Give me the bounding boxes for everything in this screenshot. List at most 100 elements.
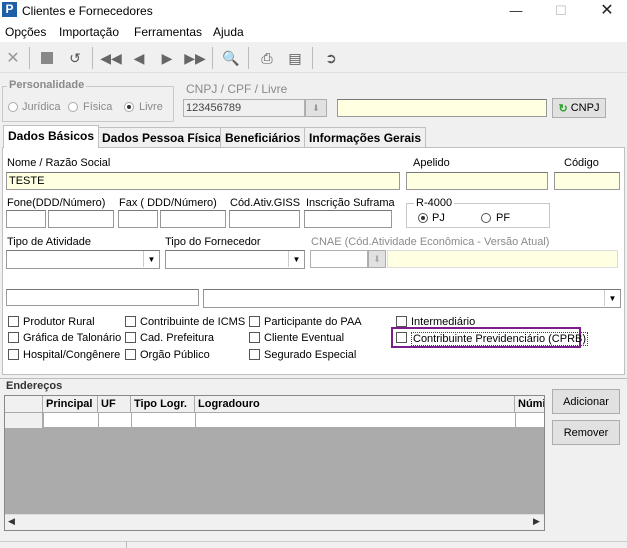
cnpj-input[interactable]: 123456789 [183,99,305,117]
fax-label: Fax ( DDD/Número) [119,197,217,209]
cell-divider [98,413,99,428]
r4000-title: R-4000 [414,197,455,209]
intermediario-checkbox[interactable] [396,316,407,327]
fone-label: Fone(DDD/Número) [7,197,106,209]
remover-button[interactable]: Remover [552,420,620,445]
enderecos-title: Endereços [6,380,63,392]
menu-ajuda[interactable]: Ajuda [213,25,244,39]
adicionar-button[interactable]: Adicionar [552,389,620,414]
menu-opcoes[interactable]: Opções [5,25,46,39]
suframa-input[interactable] [304,210,392,228]
toolbar-separator [248,47,249,69]
fax-ddd-input[interactable] [118,210,158,228]
col-logradouro[interactable]: Logradouro [195,396,515,413]
codigo-input[interactable] [554,172,620,190]
horizontal-scrollbar[interactable] [5,514,544,530]
extra-select[interactable] [203,289,621,308]
table-row[interactable] [5,413,544,428]
menu-importacao[interactable]: Importação [59,25,119,39]
grid-indicator-header [5,396,43,413]
print-icon[interactable]: ⎙ [256,47,278,69]
orgao-publico-checkbox[interactable] [125,349,136,360]
col-principal[interactable]: Principal [43,396,98,413]
cnpj-dropdown-button[interactable]: ⬇ [305,99,327,117]
fax-numero-input[interactable] [160,210,226,228]
hospital-congenere-checkbox[interactable] [8,349,19,360]
cell-divider [131,413,132,428]
cliente-eventual-label: Cliente Eventual [264,332,345,344]
chevron-down-icon[interactable]: ▼ [288,251,304,267]
close-button[interactable]: ✕ [592,2,622,20]
cell-divider [515,413,516,428]
radio-livre[interactable] [124,102,134,112]
contribuinte-icms-checkbox[interactable] [125,316,136,327]
cancel-icon[interactable]: ✕ [2,47,24,69]
produtor-rural-checkbox[interactable] [8,316,19,327]
contribuinte-icms-label: Contribuinte de ICMS [140,316,246,328]
col-tipo-logr[interactable]: Tipo Logr. [131,396,195,413]
giss-input[interactable] [229,210,300,228]
col-uf[interactable]: UF [98,396,131,413]
contribuinte-previdenciario-label: Contribuinte Previdenciário (CPRB) [411,332,589,346]
cnae-description-input[interactable] [387,250,618,268]
participante-paa-checkbox[interactable] [249,316,260,327]
status-bar [0,541,627,548]
radio-juridica-label: Jurídica [22,101,61,113]
nome-input[interactable]: TESTE [6,172,400,190]
cnpj-name-input[interactable] [337,99,547,117]
cnpj-button[interactable]: ↻ CNPJ [552,98,606,118]
grafica-talonario-checkbox[interactable] [8,332,19,343]
maximize-button[interactable]: ☐ [546,2,576,20]
cnae-label: CNAE (Cód.Atividade Econômica - Versão A… [311,236,550,248]
suframa-label: Inscrição Suframa [306,197,395,209]
tab-beneficiarios[interactable]: Beneficiários [220,127,306,147]
section-divider [0,378,627,379]
segurado-especial-checkbox[interactable] [249,349,260,360]
radio-fisica[interactable] [68,102,78,112]
radio-pf-label: PF [496,212,511,224]
cliente-eventual-checkbox[interactable] [249,332,260,343]
exit-icon[interactable]: ➲ [320,47,342,69]
scroll-right-icon[interactable]: ▶ [533,516,540,527]
fone-ddd-input[interactable] [6,210,46,228]
cnae-search-button[interactable]: ⬇ [368,250,386,268]
tab-dados-pessoa-fisica[interactable]: Dados Pessoa Física [97,127,227,147]
col-numero[interactable]: Númi [515,396,544,413]
radio-pf[interactable] [481,213,491,223]
previous-record-icon[interactable]: ◀ [128,47,150,69]
orgao-publico-label: Orgão Público [140,349,210,361]
menu-ferramentas[interactable]: Ferramentas [134,25,202,39]
next-record-icon[interactable]: ▶ [156,47,178,69]
chevron-down-icon[interactable]: ▼ [143,251,159,267]
last-record-icon[interactable]: ▶▶ [184,47,206,69]
personalidade-title: Personalidade [7,79,87,91]
tab-dados-basicos[interactable]: Dados Básicos [3,125,100,148]
cnae-code-input[interactable] [310,250,368,268]
search-icon[interactable]: 🔍 [220,47,242,69]
radio-pj[interactable] [418,213,428,223]
fone-numero-input[interactable] [48,210,114,228]
apelido-input[interactable] [406,172,548,190]
contribuinte-previdenciario-checkbox[interactable] [396,332,407,343]
hospital-congenere-label: Hospital/Congênere [23,349,121,361]
tipo-atividade-select[interactable] [6,250,160,269]
apelido-label: Apelido [413,157,450,169]
radio-juridica[interactable] [8,102,18,112]
minimize-button[interactable]: — [501,2,531,20]
preview-icon[interactable]: ▤ [284,47,306,69]
stop-icon[interactable] [36,47,58,69]
cnpj-label: CNPJ / CPF / Livre [186,82,288,96]
cad-prefeitura-checkbox[interactable] [125,332,136,343]
tab-informacoes-gerais[interactable]: Informações Gerais [304,127,427,147]
toolbar-separator [212,47,213,69]
tipo-fornecedor-select[interactable] [165,250,305,269]
cell-divider [43,413,44,428]
undo-icon[interactable]: ↺ [64,47,86,69]
extra-field-input[interactable] [6,289,199,306]
radio-pj-label: PJ [432,212,445,224]
scroll-left-icon[interactable]: ◀ [8,516,15,527]
cnpj-button-label: CNPJ [570,102,600,114]
first-record-icon[interactable]: ◀◀ [100,47,122,69]
tipo-fornecedor-label: Tipo do Fornecedor [165,236,261,248]
chevron-down-icon[interactable]: ▼ [604,290,620,306]
